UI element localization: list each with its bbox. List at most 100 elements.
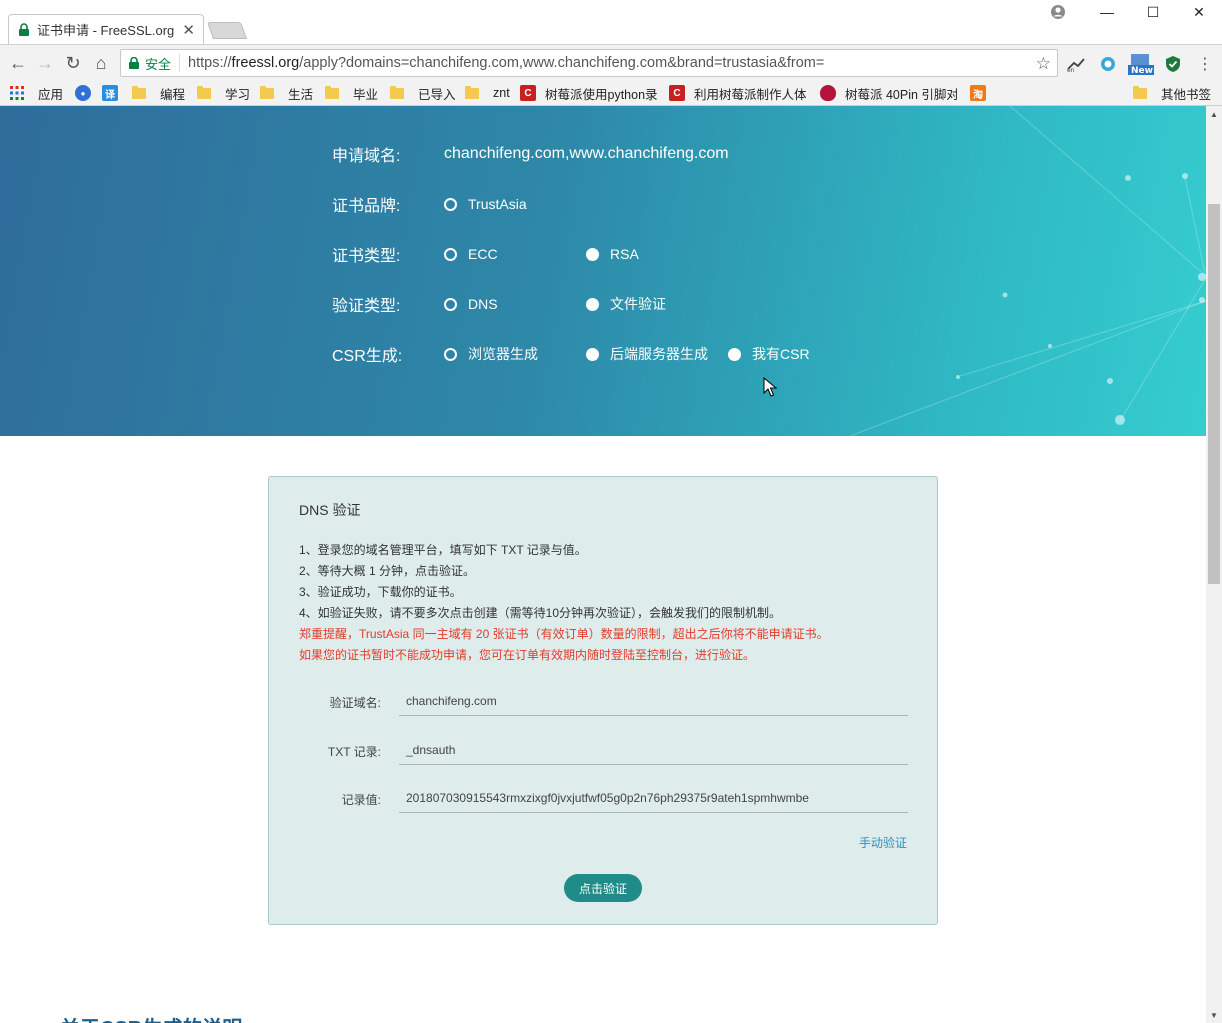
- radio-verify-dns[interactable]: DNS: [444, 296, 586, 312]
- txt-record-value[interactable]: _dnsauth: [399, 735, 908, 765]
- folder-icon: [197, 85, 211, 99]
- cert-type-row: 证书类型: ECC RSA: [332, 242, 728, 266]
- new-tab-button[interactable]: [206, 22, 248, 39]
- bookmark-item[interactable]: 译: [102, 84, 118, 102]
- instruction-list: 1、登录您的域名管理平台，填写如下 TXT 记录与值。 2、等待大概 1 分钟，…: [299, 540, 829, 666]
- field-verify-domain: 验证域名: chanchifeng.com: [299, 686, 908, 716]
- bookmark-label: 生活: [288, 87, 314, 102]
- bookmark-label: 树莓派使用python录: [545, 87, 657, 102]
- shield-ext-icon[interactable]: [1162, 53, 1184, 75]
- tab-title: 证书申请 - FreeSSL.org -: [37, 23, 177, 38]
- folder-icon: [1133, 85, 1147, 99]
- window-controls: — ☐ ✕: [1084, 0, 1222, 24]
- cert-type-label: 证书类型:: [332, 248, 401, 265]
- radio-type-rsa[interactable]: RSA: [586, 246, 728, 262]
- scrollbar-thumb[interactable]: [1208, 204, 1220, 584]
- warning-text: 如果您的证书暂时不能成功申请，您可在订单有效期内随时登陆至控制台，进行验证。: [299, 648, 756, 662]
- record-value[interactable]: 201807030915543rmxzixgf0jvxjutfwf05g0p2n…: [399, 783, 908, 813]
- bookmark-label: 毕业: [353, 87, 379, 102]
- bookmark-item[interactable]: C 树莓派使用python录: [520, 84, 657, 102]
- bookmark-item[interactable]: 编程: [132, 84, 185, 102]
- bookmark-item[interactable]: 已导入: [390, 84, 456, 102]
- manual-verify-link[interactable]: 手动验证: [859, 834, 907, 851]
- radio-unselected-icon: [586, 347, 599, 361]
- new-ext-icon[interactable]: New: [1128, 53, 1154, 75]
- maximize-icon[interactable]: ☐: [1130, 0, 1176, 24]
- url-text[interactable]: https://freessl.org/apply?domains=chanch…: [180, 55, 824, 71]
- menu-kebab-icon[interactable]: ⋮: [1194, 53, 1216, 75]
- csr-section-heading: 关于CSR生成的说明: [60, 1012, 242, 1023]
- radio-csr-own[interactable]: 我有CSR: [728, 344, 870, 364]
- bookmark-item[interactable]: znt: [465, 84, 510, 102]
- radio-type-ecc[interactable]: ECC: [444, 246, 586, 262]
- option-label: 浏览器生成: [468, 346, 538, 362]
- field-label: 验证域名:: [329, 696, 381, 710]
- profile-icon[interactable]: [1048, 2, 1068, 22]
- circle-ext-icon[interactable]: [1097, 53, 1119, 75]
- radio-brand-trustasia[interactable]: TrustAsia: [444, 196, 586, 212]
- bookmark-item[interactable]: 毕业: [325, 84, 378, 102]
- radio-selected-icon: [444, 297, 457, 311]
- bookmark-item[interactable]: 树莓派 40Pin 引脚对: [820, 84, 957, 102]
- page-scrollbar[interactable]: ▲ ▼: [1206, 106, 1222, 1023]
- page-viewport: 申请域名: chanchifeng.com,www.chanchifeng.co…: [0, 106, 1206, 1023]
- taobao-icon: 淘: [970, 85, 986, 101]
- option-label: ECC: [468, 246, 498, 262]
- scroll-up-icon[interactable]: ▲: [1206, 106, 1222, 122]
- field-record-value: 记录值: 201807030915543rmxzixgf0jvxjutfwf05…: [299, 783, 908, 813]
- bookmark-star-icon[interactable]: ☆: [1036, 54, 1051, 74]
- radio-verify-file[interactable]: 文件验证: [586, 294, 728, 314]
- csr-label: CSR生成:: [332, 348, 403, 365]
- csdn-icon: C: [520, 85, 536, 101]
- back-icon[interactable]: ←: [6, 51, 30, 75]
- bookmark-item[interactable]: ●: [75, 84, 91, 102]
- translate-icon: 译: [102, 85, 118, 101]
- forward-icon[interactable]: →: [33, 51, 57, 75]
- radio-selected-icon: [444, 247, 457, 261]
- home-icon[interactable]: ⌂: [89, 51, 113, 75]
- browser-titlebar: 证书申请 - FreeSSL.org - ✕ — ☐ ✕: [0, 0, 1222, 44]
- apps-shortcut[interactable]: 应用: [10, 84, 63, 102]
- address-bar[interactable]: 安全 https://freessl.org/apply?domains=cha…: [120, 49, 1058, 77]
- security-indicator[interactable]: 安全: [121, 54, 181, 72]
- bookmark-item[interactable]: 淘: [970, 84, 986, 102]
- lock-icon: [19, 22, 29, 36]
- bookmark-item[interactable]: C 利用树莓派制作人体: [669, 84, 806, 102]
- bookmark-label: znt: [493, 86, 510, 100]
- reload-icon[interactable]: ↻: [61, 51, 85, 75]
- field-label: 记录值:: [341, 793, 381, 807]
- bookmark-item[interactable]: 生活: [260, 84, 313, 102]
- svg-text:New: New: [1131, 66, 1153, 75]
- bookmarks-bar: 应用 ● 译 编程 学习 生活 毕业 已导入 znt C 树莓派使用python录 C 利用树莓派制作…: [0, 80, 1222, 106]
- radio-unselected-icon: [586, 247, 599, 261]
- brand-row: 证书品牌: TrustAsia: [332, 192, 586, 216]
- browser-tab-active[interactable]: 证书申请 - FreeSSL.org - ✕: [8, 14, 204, 44]
- csdn-icon: C: [669, 85, 685, 101]
- folder-icon: [132, 85, 146, 99]
- warning-text: 郑重提醒，TrustAsia 同一主域有 20 张证书（有效订单）数量的限制，超…: [299, 627, 829, 641]
- browser-toolbar: ← → ↻ ⌂ 安全 https://freessl.org/apply?dom…: [0, 44, 1222, 80]
- tab-close-icon[interactable]: ✕: [182, 21, 195, 39]
- close-icon[interactable]: ✕: [1176, 0, 1222, 24]
- url-scheme: https://: [188, 55, 232, 71]
- card-title: DNS 验证: [299, 502, 361, 518]
- mouse-cursor-icon: [763, 377, 777, 397]
- radio-csr-browser[interactable]: 浏览器生成: [444, 344, 586, 364]
- minimize-icon[interactable]: —: [1084, 0, 1130, 24]
- option-label: 文件验证: [610, 296, 666, 312]
- instruction-step: 1、登录您的域名管理平台，填写如下 TXT 记录与值。: [299, 543, 587, 557]
- bookmark-item[interactable]: 学习: [197, 84, 250, 102]
- option-label: 后端服务器生成: [610, 346, 708, 362]
- verify-domain-value[interactable]: chanchifeng.com: [399, 686, 908, 716]
- network-ext-icon[interactable]: en: [1065, 53, 1087, 75]
- verify-button[interactable]: 点击验证: [564, 874, 642, 902]
- lock-icon: [129, 57, 139, 69]
- bookmark-label: 树莓派 40Pin 引脚对: [845, 87, 957, 102]
- domain-row: 申请域名: chanchifeng.com,www.chanchifeng.co…: [332, 142, 729, 166]
- apply-form-hero: 申请域名: chanchifeng.com,www.chanchifeng.co…: [0, 106, 1206, 436]
- folder-icon: [325, 85, 339, 99]
- scroll-down-icon[interactable]: ▼: [1206, 1007, 1222, 1023]
- other-bookmarks[interactable]: 其他书签: [1133, 84, 1211, 102]
- folder-icon: [465, 85, 479, 99]
- radio-csr-server[interactable]: 后端服务器生成: [586, 344, 728, 364]
